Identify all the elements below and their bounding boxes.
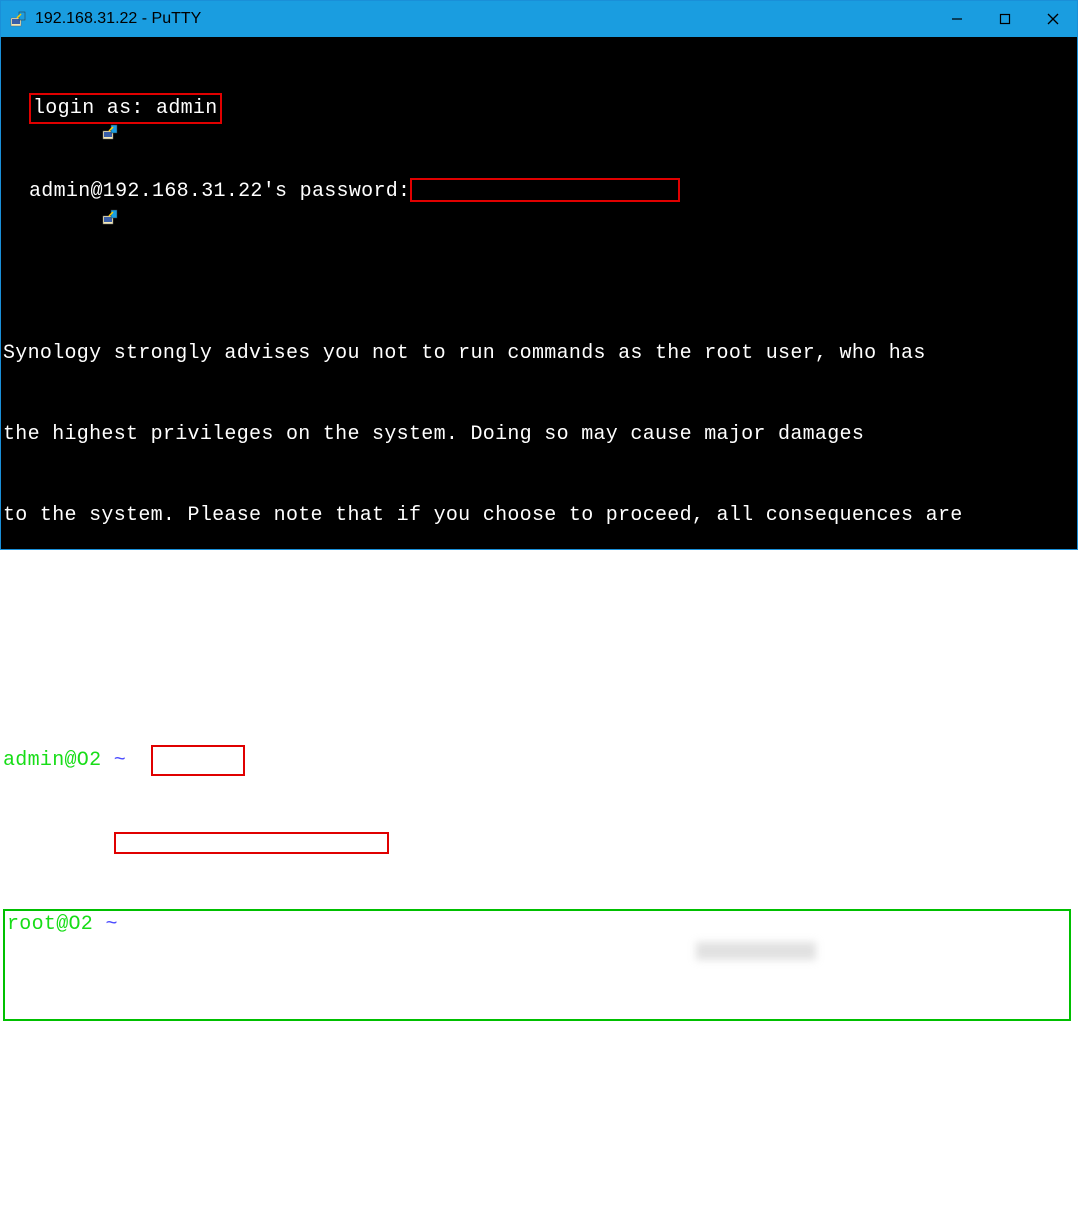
prompt-user: admin@O2 bbox=[3, 749, 101, 772]
password2-text: Password: bbox=[3, 832, 114, 855]
password-prompt-text: admin@192.168.31.22's password: bbox=[29, 178, 410, 205]
warning-line-1: Synology strongly advises you not to run… bbox=[3, 340, 1077, 367]
prompt-hash: # bbox=[118, 913, 143, 936]
putty-line-icon bbox=[3, 96, 23, 116]
titlebar[interactable]: 192.168.31.22 - PuTTY bbox=[1, 1, 1077, 37]
close-button[interactable] bbox=[1029, 1, 1077, 37]
prompt-path: ~ bbox=[105, 913, 117, 936]
terminal-area[interactable]: login as: admin admin@192.168.31.22's pa… bbox=[1, 37, 1077, 1218]
warning-line-4: at your own risk. bbox=[3, 583, 1077, 610]
login-highlight: login as: admin bbox=[29, 93, 222, 124]
warning-line-2: the highest privileges on the system. Do… bbox=[3, 421, 1077, 448]
prompt-colon: : bbox=[93, 913, 105, 936]
prompt-colon: : bbox=[101, 749, 113, 772]
redacted-key bbox=[696, 942, 816, 960]
putty-icon bbox=[9, 10, 27, 28]
prompt-dollar: $ bbox=[126, 749, 151, 772]
minimize-button[interactable] bbox=[933, 1, 981, 37]
error-line-2: -ash: PWD: command not found bbox=[3, 1156, 1077, 1183]
warning-line-3: to the system. Please note that if you c… bbox=[3, 502, 1077, 529]
prompt-path: ~ bbox=[114, 749, 126, 772]
window-controls bbox=[933, 1, 1077, 37]
sudo-highlight: sudo -i bbox=[151, 745, 245, 776]
password-line: admin@192.168.31.22's password: bbox=[3, 178, 1077, 205]
login-line: login as: admin bbox=[3, 93, 1077, 124]
prompt-user: root@O2 bbox=[7, 913, 93, 936]
admin-prompt-line: admin@O2:~$ sudo -i bbox=[3, 745, 1077, 776]
maximize-button[interactable] bbox=[981, 1, 1029, 37]
error-line-1: -ash: PWD: command not found bbox=[3, 1075, 1077, 1102]
putty-window: 192.168.31.22 - PuTTY login bbox=[0, 0, 1078, 550]
blank-line bbox=[3, 259, 1077, 286]
password2-line: Password: bbox=[3, 830, 1077, 857]
password-highlight bbox=[410, 178, 680, 202]
blank-line bbox=[3, 664, 1077, 691]
password2-highlight bbox=[114, 832, 389, 854]
docker-command-highlight: root@O2:~# docker run -d --restart=alway… bbox=[3, 909, 1071, 1021]
putty-line-icon bbox=[3, 181, 23, 201]
window-title: 192.168.31.22 - PuTTY bbox=[35, 10, 201, 28]
